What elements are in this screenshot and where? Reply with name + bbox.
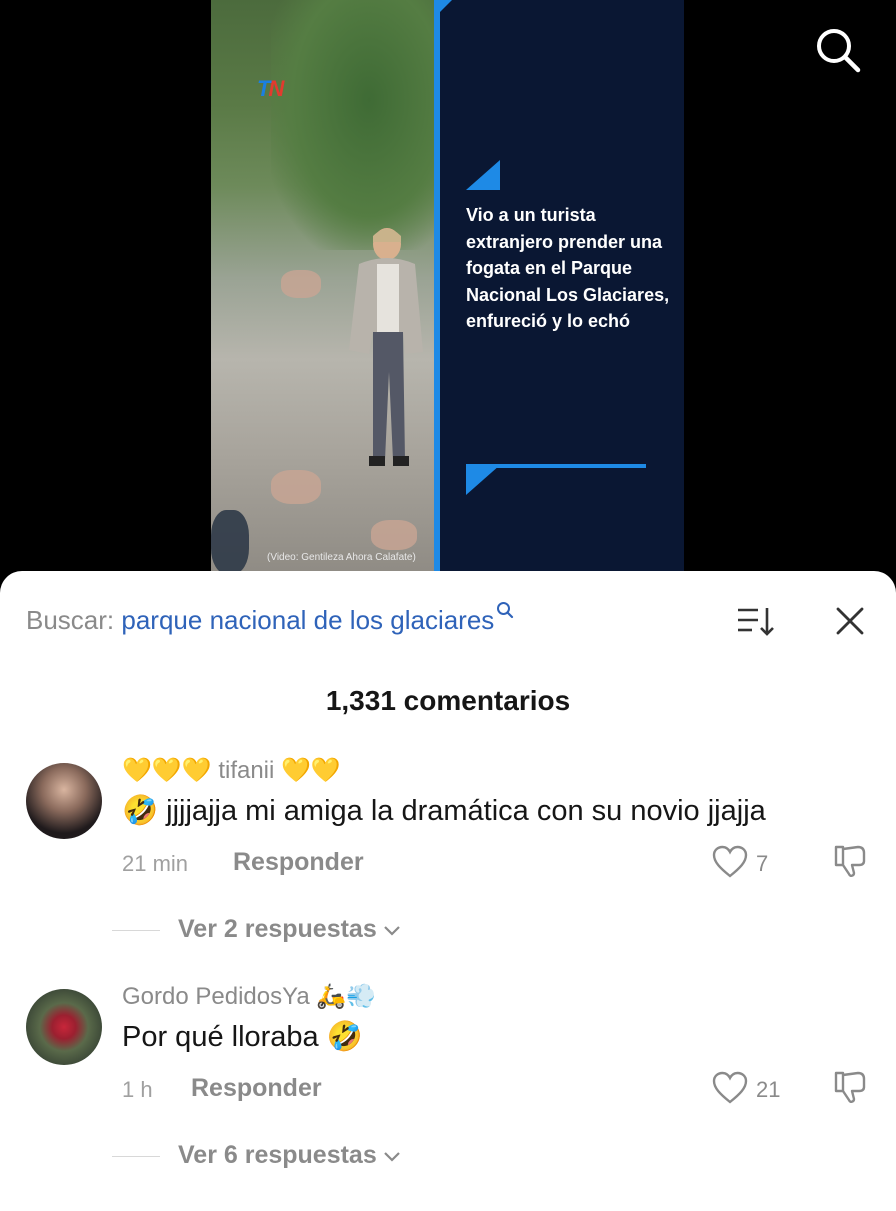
comment-time: 21 min — [122, 851, 189, 876]
view-replies-label: Ver 2 respuestas — [178, 915, 377, 943]
video-frame: TN (Video: Gentileza Ahora Calafate) Vio… — [211, 0, 684, 580]
like-count: 7 — [756, 851, 769, 876]
comments-sheet: Buscar: parque nacional de los glaciares… — [0, 571, 896, 1211]
avatar[interactable] — [26, 763, 102, 839]
search-icon[interactable] — [812, 24, 864, 76]
view-replies-button[interactable]: Ver 2 respuestas — [112, 915, 401, 944]
video-headline: Vio a un turista extranjero prender una … — [466, 205, 670, 331]
heart-icon[interactable] — [712, 1071, 748, 1105]
search-small-icon — [497, 602, 514, 619]
heart-icon[interactable] — [712, 845, 748, 879]
close-icon[interactable] — [834, 605, 866, 637]
reply-button[interactable]: Responder — [233, 848, 364, 877]
like-count: 21 — [756, 1077, 781, 1102]
video-player[interactable]: TN (Video: Gentileza Ahora Calafate) Vio… — [0, 0, 896, 600]
search-query-link[interactable]: parque nacional de los glaciares — [121, 605, 494, 635]
avatar[interactable] — [26, 989, 102, 1065]
view-replies-label: Ver 6 respuestas — [178, 1141, 377, 1169]
headline-panel: Vio a un turista extranjero prender una … — [434, 0, 684, 580]
dislike-icon[interactable] — [832, 843, 868, 879]
comment-text: Por qué lloraba 🤣 — [122, 1021, 363, 1053]
dislike-icon[interactable] — [832, 1069, 868, 1105]
comment-author[interactable]: Gordo PedidosYa 🛵💨 — [122, 982, 376, 1011]
search-prefix: Buscar: — [26, 605, 115, 635]
chevron-down-icon — [383, 1152, 400, 1162]
reply-button[interactable]: Responder — [191, 1074, 322, 1103]
comment-time: 1 h — [122, 1077, 153, 1102]
search-suggestion[interactable]: Buscar: parque nacional de los glaciares — [26, 602, 514, 636]
chevron-down-icon — [383, 926, 400, 936]
video-credit: (Video: Gentileza Ahora Calafate) — [267, 552, 416, 563]
sort-icon[interactable] — [736, 605, 774, 637]
comment-author[interactable]: 💛💛💛 tifanii 💛💛 — [122, 756, 341, 785]
tn-logo: TN — [257, 76, 284, 101]
comment-text: 🤣 jjjjajja mi amiga la dramática con su … — [122, 795, 766, 827]
video-photo — [211, 0, 434, 580]
person-figure — [349, 228, 423, 466]
view-replies-button[interactable]: Ver 6 respuestas — [112, 1141, 401, 1170]
comments-count: 1,331 comentarios — [325, 685, 571, 716]
